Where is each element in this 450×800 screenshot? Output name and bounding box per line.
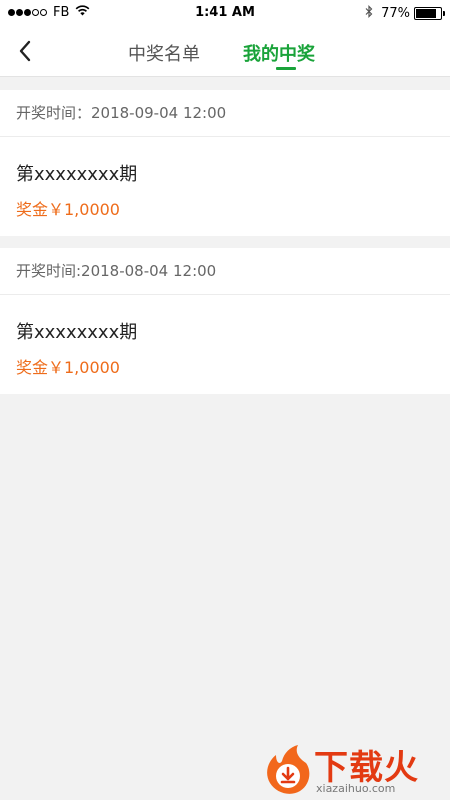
tab-winner-list[interactable]: 中奖名单 bbox=[128, 40, 200, 66]
win-record[interactable]: 开奖时间：2018-09-04 12:00 第xxxxxxxx期 奖金￥1,00… bbox=[0, 90, 450, 236]
tab-my-wins[interactable]: 我的中奖 bbox=[243, 40, 315, 66]
issue-number: 第xxxxxxxx期 bbox=[16, 164, 138, 185]
status-right: 77% bbox=[365, 5, 445, 22]
active-tab-indicator bbox=[276, 67, 296, 70]
back-arrow-icon bbox=[19, 40, 31, 62]
prize-amount: 奖金￥1,0000 bbox=[16, 200, 120, 219]
watermark-url: xiazaihuo.com bbox=[316, 782, 396, 795]
watermark-logo: 下载火 xiazaihuo.com bbox=[262, 738, 450, 800]
prize-amount: 奖金￥1,0000 bbox=[16, 358, 120, 377]
download-flame-icon bbox=[262, 743, 312, 795]
nav-bar: 中奖名单 我的中奖 bbox=[0, 26, 450, 77]
draw-time: 开奖时间：2018-09-04 12:00 bbox=[0, 90, 450, 137]
status-bar: FB 1:41 AM 77% bbox=[0, 0, 450, 26]
battery-percent: 77% bbox=[381, 6, 410, 21]
draw-time: 开奖时间:2018-08-04 12:00 bbox=[0, 248, 450, 295]
battery-icon bbox=[414, 7, 445, 20]
win-record[interactable]: 开奖时间:2018-08-04 12:00 第xxxxxxxx期 奖金￥1,00… bbox=[0, 248, 450, 394]
back-button[interactable] bbox=[12, 38, 38, 64]
issue-number: 第xxxxxxxx期 bbox=[16, 322, 138, 343]
bluetooth-icon bbox=[365, 5, 373, 22]
